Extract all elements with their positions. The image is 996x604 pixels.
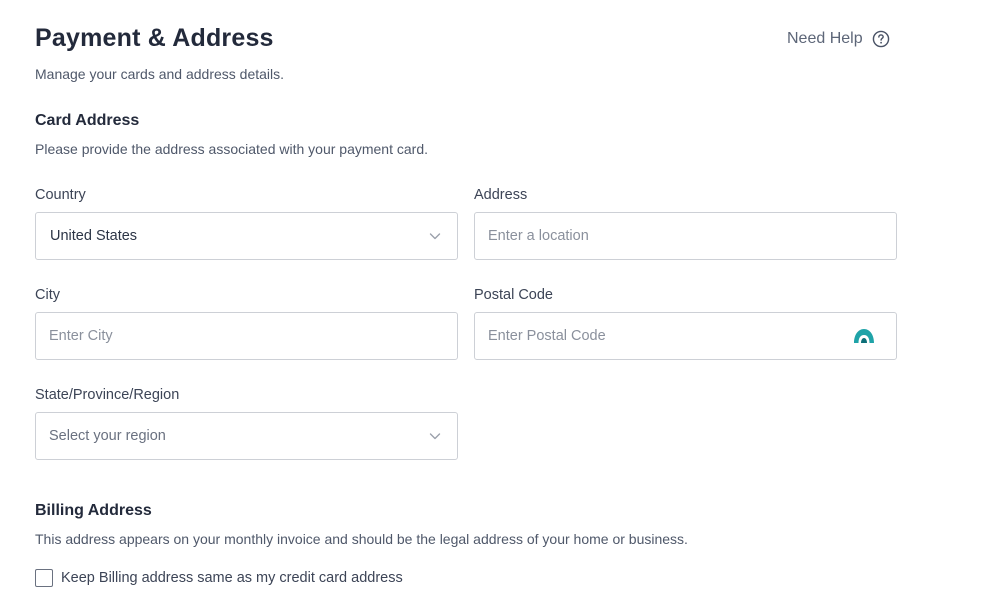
region-select-placeholder: Select your region <box>49 428 166 444</box>
question-circle-icon <box>872 30 889 48</box>
billing-address-title: Billing Address <box>35 502 152 519</box>
postal-code-label: Postal Code <box>474 287 553 303</box>
address-field <box>474 212 897 260</box>
city-label: City <box>35 287 60 303</box>
page-subtitle: Manage your cards and address details. <box>35 66 285 82</box>
address-input[interactable] <box>488 228 884 244</box>
same-address-label[interactable]: Keep Billing address same as my credit c… <box>61 570 403 586</box>
country-select-value: United States <box>50 228 138 244</box>
city-input[interactable] <box>49 328 445 344</box>
region-select[interactable]: Select your region <box>35 412 458 460</box>
teal-arch-icon[interactable] <box>852 326 876 346</box>
postal-code-input[interactable] <box>488 328 852 344</box>
need-help-link[interactable]: Need Help <box>787 30 890 48</box>
chevron-down-icon <box>429 433 441 440</box>
postal-code-field <box>474 312 897 360</box>
billing-address-description: This address appears on your monthly inv… <box>35 531 688 547</box>
address-label: Address <box>474 187 528 203</box>
need-help-label: Need Help <box>787 30 863 47</box>
page-title: Payment & Address <box>35 24 274 52</box>
card-address-description: Please provide the address associated wi… <box>35 141 428 157</box>
chevron-down-icon <box>429 233 441 240</box>
city-field <box>35 312 458 360</box>
same-address-row: Keep Billing address same as my credit c… <box>35 569 403 587</box>
country-label: Country <box>35 187 86 203</box>
country-select[interactable]: United States <box>35 212 458 260</box>
card-address-title: Card Address <box>35 112 140 129</box>
same-address-checkbox[interactable] <box>35 569 53 587</box>
region-label: State/Province/Region <box>35 387 180 403</box>
